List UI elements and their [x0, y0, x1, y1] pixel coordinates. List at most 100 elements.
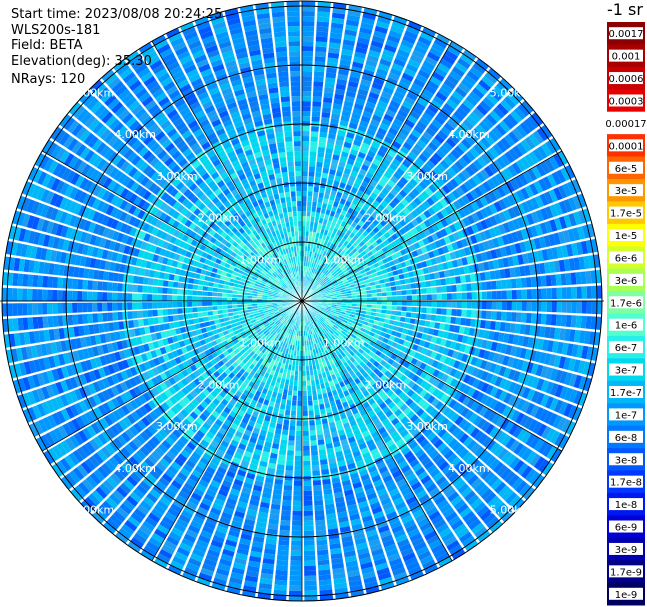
- data-cell: [511, 301, 517, 311]
- data-cell: [306, 216, 311, 222]
- data-cell: [302, 1, 316, 7]
- data-cell: [430, 314, 437, 322]
- data-cell: [302, 76, 312, 82]
- data-cell: [317, 554, 330, 561]
- data-cell: [486, 301, 492, 310]
- data-cell: [303, 450, 311, 456]
- data-cell: [556, 287, 562, 299]
- data-cell: [565, 272, 572, 286]
- data-cell: [291, 405, 297, 411]
- data-cell: [312, 101, 322, 107]
- data-cell: [466, 301, 472, 309]
- data-cell: [274, 428, 282, 435]
- data-cell: [274, 479, 284, 485]
- data-cell: [313, 81, 324, 88]
- data-cell: [424, 320, 431, 328]
- data-cell: [289, 425, 296, 431]
- data-cell: [312, 196, 318, 203]
- data-cell: [315, 41, 328, 48]
- data-cell: [302, 156, 309, 162]
- data-cell: [289, 585, 302, 591]
- data-cell: [302, 161, 309, 167]
- data-cell: [283, 490, 293, 496]
- data-cell: [315, 171, 322, 178]
- data-cell: [411, 294, 417, 301]
- data-cell: [302, 126, 310, 132]
- data-cell: [308, 400, 313, 406]
- data-cell: [302, 131, 310, 137]
- data-cell: [302, 21, 315, 27]
- data-cell: [316, 429, 324, 436]
- data-cell: [486, 310, 492, 320]
- data-cell: [302, 106, 311, 112]
- data-cell: [576, 301, 582, 314]
- data-cell: [287, 450, 295, 456]
- data-cell: [290, 545, 302, 551]
- data-cell: [288, 430, 296, 436]
- data-cell: [321, 468, 330, 475]
- data-cell: [396, 305, 402, 311]
- data-cell: [501, 301, 507, 311]
- data-cell: [307, 196, 313, 202]
- data-cell: [435, 279, 442, 286]
- data-cell: [302, 221, 306, 227]
- data-cell: [302, 186, 308, 192]
- data-cell: [302, 116, 311, 122]
- data-cell: [485, 281, 492, 290]
- data-cell: [441, 301, 447, 308]
- data-cell: [421, 294, 427, 301]
- data-cell: [304, 575, 317, 581]
- data-cell: [303, 515, 314, 521]
- data-cell: [450, 276, 457, 285]
- data-cell: [310, 435, 317, 441]
- data-cell: [426, 301, 432, 307]
- data-cell: [366, 301, 372, 305]
- data-cell: [481, 310, 487, 319]
- data-cell: [302, 390, 307, 396]
- data-cell: [411, 301, 417, 307]
- data-cell: [429, 321, 436, 329]
- data-cell: [304, 560, 316, 566]
- data-cell: [318, 136, 327, 143]
- data-cell: [420, 313, 427, 320]
- data-cell: [303, 445, 310, 451]
- data-cell: [316, 161, 323, 168]
- data-cell: [280, 519, 291, 526]
- data-cell: [289, 420, 296, 426]
- data-cell: [291, 525, 302, 531]
- data-cell: [316, 21, 330, 28]
- data-cell: [320, 463, 329, 470]
- data-cell: [312, 86, 323, 92]
- data-cell: [411, 306, 417, 313]
- data-cell: [321, 172, 329, 179]
- data-cell: [545, 274, 552, 287]
- data-cell: [296, 410, 302, 416]
- data-cell: [298, 375, 302, 381]
- data-cell: [455, 317, 462, 325]
- data-cell: [571, 286, 577, 299]
- data-cell: [315, 166, 323, 173]
- data-cell: [406, 295, 412, 301]
- data-cell: [294, 375, 299, 381]
- data-cell: [276, 469, 285, 476]
- data-cell: [466, 292, 472, 300]
- data-cell: [530, 276, 537, 288]
- data-cell: [456, 292, 462, 300]
- data-cell: [296, 425, 302, 431]
- data-cell: [406, 301, 412, 306]
- data-cell: [435, 315, 442, 322]
- data-cell: [302, 96, 312, 102]
- data-cell: [317, 146, 326, 153]
- data-cell: [309, 420, 316, 426]
- data-cell: [302, 196, 307, 202]
- data-cell: [416, 301, 422, 307]
- data-cell: [303, 545, 316, 551]
- data-cell: [284, 480, 293, 486]
- data-cell: [396, 301, 402, 306]
- data-cell: [496, 301, 502, 310]
- data-cell: [302, 56, 313, 62]
- data-cell: [289, 575, 302, 581]
- data-cell: [293, 385, 298, 391]
- data-cell: [516, 289, 522, 300]
- data-cell: [586, 301, 592, 314]
